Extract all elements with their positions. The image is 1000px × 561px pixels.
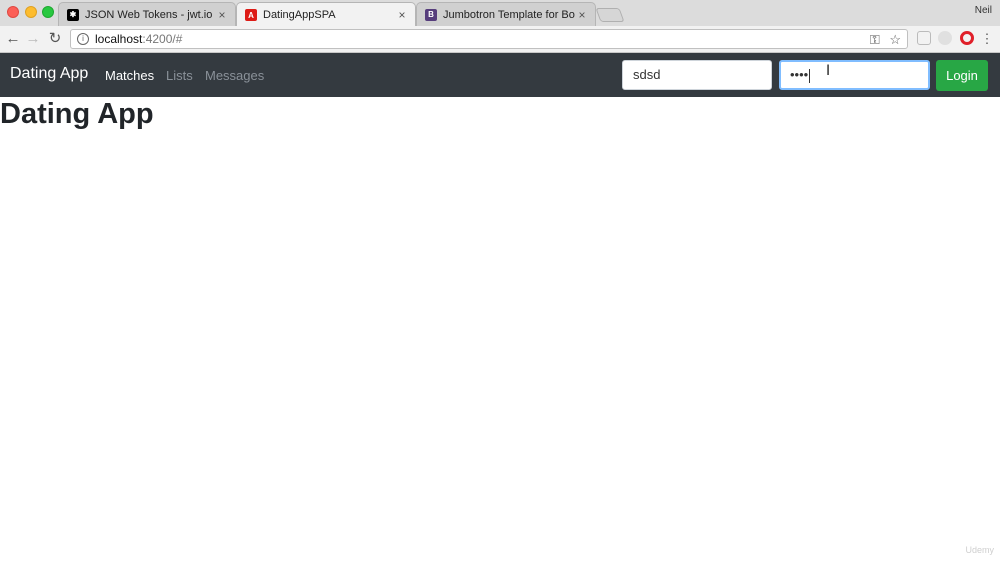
browser-chrome: ✱ JSON Web Tokens - jwt.io × A DatingApp… (0, 0, 1000, 53)
close-icon[interactable]: × (215, 8, 229, 22)
udemy-watermark: Udemy (965, 545, 994, 555)
navbar-brand[interactable]: Dating App (10, 65, 88, 83)
info-icon[interactable]: i (77, 33, 89, 45)
reload-icon[interactable]: ↻ (46, 30, 64, 48)
angular-icon: A (245, 9, 257, 21)
url-path: :4200/# (142, 32, 183, 46)
tab-datingappspa[interactable]: A DatingAppSPA × (236, 2, 416, 27)
tab-title: JSON Web Tokens - jwt.io (85, 8, 213, 21)
forward-arrow-icon[interactable]: → (24, 30, 42, 48)
bootstrap-icon: B (425, 8, 437, 21)
login-button[interactable]: Login (936, 60, 988, 91)
close-window-button[interactable] (7, 6, 19, 18)
menu-icon[interactable]: ⋮ (978, 30, 996, 48)
extension-icon[interactable] (938, 31, 952, 45)
jwt-icon: ✱ (67, 8, 79, 21)
tab-title: Jumbotron Template for Boots (443, 8, 575, 21)
profile-name[interactable]: Neil (975, 5, 992, 16)
username-value: sdsd (633, 67, 661, 82)
star-icon[interactable]: ☆ (889, 32, 901, 47)
key-icon[interactable]: ⚿ (870, 32, 880, 47)
maximize-window-button[interactable] (42, 6, 54, 18)
nav-link-matches[interactable]: Matches (105, 68, 154, 83)
nav-link-messages[interactable]: Messages (205, 68, 264, 83)
nav-link-lists[interactable]: Lists (166, 68, 193, 83)
back-arrow-icon[interactable]: ← (4, 30, 22, 48)
password-value: •••• (790, 67, 809, 82)
new-tab-button[interactable] (595, 8, 625, 22)
page-title: Dating App (0, 98, 154, 130)
tab-strip: ✱ JSON Web Tokens - jwt.io × A DatingApp… (0, 0, 1000, 27)
browser-toolbar: ← → ↻ i localhost:4200/# ⚿ ☆ ⋮ (0, 26, 1000, 53)
ibeam-cursor-icon: I (826, 63, 831, 79)
omnibox-actions: ⚿ ☆ (870, 32, 901, 48)
tab-jwt[interactable]: ✱ JSON Web Tokens - jwt.io × (58, 2, 236, 26)
address-bar[interactable]: i localhost:4200/# ⚿ ☆ (70, 29, 908, 49)
tab-title: DatingAppSPA (263, 9, 336, 21)
close-icon[interactable]: × (395, 8, 409, 22)
minimize-window-button[interactable] (25, 6, 37, 18)
text-caret (809, 68, 811, 83)
username-input[interactable]: sdsd (622, 60, 772, 90)
close-icon[interactable]: × (575, 8, 589, 22)
extension-icon[interactable] (917, 31, 931, 45)
app-navbar: Dating App Matches Lists Messages sdsd •… (0, 53, 1000, 97)
tab-jumbotron[interactable]: B Jumbotron Template for Boots × (416, 2, 596, 26)
password-input[interactable]: •••• (779, 60, 930, 90)
opera-icon[interactable] (960, 31, 974, 45)
url-host: localhost (95, 32, 143, 46)
